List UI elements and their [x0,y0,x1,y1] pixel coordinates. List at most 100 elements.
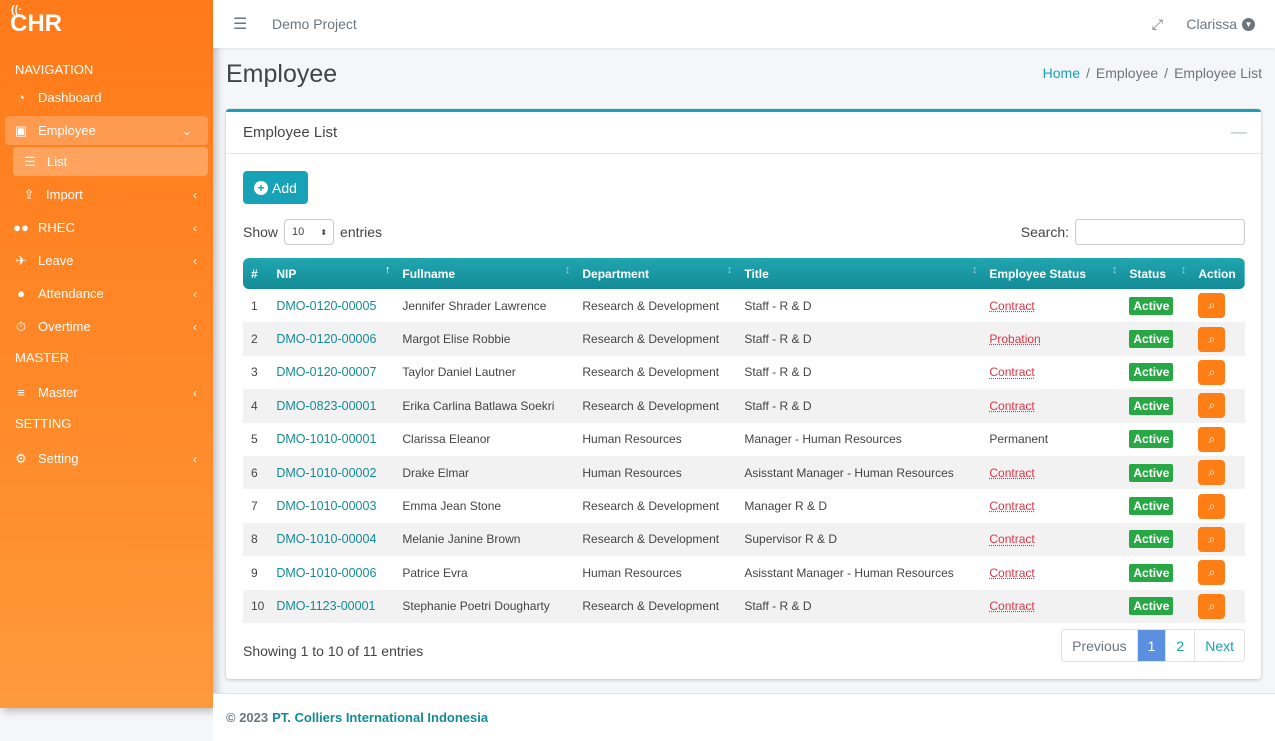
view-button[interactable]: ⌕ [1198,359,1226,385]
col-title[interactable]: Title ↕ [738,258,983,289]
cell-department: Human Resources [582,432,682,447]
cell-department: Human Resources [582,565,682,580]
pagination-next[interactable]: Next [1194,630,1244,661]
entries-label: entries [340,224,383,240]
cell-title: Manager - Human Resources [744,432,902,447]
brand[interactable]: ((· CHR [0,0,213,48]
fullscreen-icon[interactable]: ⤢ [1152,16,1163,33]
search-plus-icon: ⌕ [1208,431,1216,446]
database-icon: ≡ [17,385,25,400]
sidebar-item-label: RHEC [38,220,75,235]
sidebar-item-overtime[interactable]: ⏱ Overtime ‹ [0,310,213,343]
view-button[interactable]: ⌕ [1198,426,1226,452]
sidebar-item-label: Attendance [38,286,104,301]
card-header: Employee List — [226,112,1261,154]
view-button[interactable]: ⌕ [1198,460,1226,486]
col-nip[interactable]: NIP ↑ [270,258,396,289]
chevron-left-icon: ‹ [193,253,197,268]
cell-employee-status: Contract [989,532,1035,547]
sidebar-item-employee[interactable]: ▣ Employee ⌄ [5,116,208,145]
sort-icon: ↕ [1180,264,1187,276]
cell-nip[interactable]: DMO-1010-00003 [270,489,396,522]
col-employee-status[interactable]: Employee Status ↕ [983,258,1123,289]
cell-employee-status: Probation [989,332,1041,347]
cell-fullname: Margot Elise Robbie [402,332,511,347]
cell-nip[interactable]: DMO-0120-00006 [270,322,396,355]
cell-fullname: Taylor Daniel Lautner [402,365,516,380]
cell-fullname: Patrice Evra [402,565,468,580]
cell-nip[interactable]: DMO-1010-00004 [270,523,396,556]
cell-no: 3 [251,365,258,380]
view-button[interactable]: ⌕ [1198,560,1226,586]
status-badge: Active [1129,497,1174,516]
cell-status: Active [1123,423,1192,456]
cell-nip[interactable]: DMO-1123-00001 [270,590,396,623]
add-button[interactable]: + Add [243,171,308,204]
cell-employee-status: Contract [989,465,1035,480]
cell-nip[interactable]: DMO-0823-00001 [270,389,396,422]
pagination-page-2[interactable]: 2 [1165,630,1194,661]
cell-employee-status: Contract [989,599,1035,614]
cell-nip[interactable]: DMO-1010-00006 [270,556,396,589]
table-row: 6 DMO-1010-00002 Drake Elmar Human Resource… [243,455,1245,490]
col-label: Title [744,266,769,281]
status-badge: Active [1129,296,1174,315]
status-badge: Active [1129,530,1174,549]
wifi-icon: ((· [11,4,22,16]
cell-no: 9 [251,565,258,580]
cell-action: ⌕ [1192,389,1245,422]
sidebar-item-list[interactable]: ☰ List [13,147,208,176]
cell-nip[interactable]: DMO-1010-00002 [270,456,396,489]
sidebar-item-master[interactable]: ≡ Master ‹ [0,376,213,409]
dashboard-icon: ◔ [17,90,25,105]
cell-action: ⌕ [1192,322,1245,355]
view-button[interactable]: ⌕ [1198,593,1226,619]
sort-asc-icon: ↑ [384,264,391,276]
sidebar-item-import[interactable]: ⇪ Import ‹ [0,178,213,211]
table-row: 10 DMO-1123-00001 Stephanie Poetri Doughar… [243,589,1245,623]
view-button[interactable]: ⌕ [1198,526,1226,552]
entries-select[interactable]: 10 ⬍ [284,219,335,245]
collapse-icon[interactable]: — [1231,124,1247,142]
status-badge: Active [1129,396,1174,415]
cell-department: Human Resources [582,465,682,480]
col-no[interactable]: # [243,258,270,289]
pagination-page-1[interactable]: 1 [1136,630,1166,661]
pagination-previous[interactable]: Previous [1062,630,1136,661]
col-department[interactable]: Department ↕ [576,258,738,289]
sort-icon: ↕ [1111,264,1118,276]
cell-status: Active [1123,356,1192,389]
list-icon: ☰ [24,153,36,169]
breadcrumb-home[interactable]: Home [1043,65,1080,81]
sort-icon: ↕ [726,264,733,276]
cell-no: 10 [251,599,265,614]
cell-nip[interactable]: DMO-0120-00005 [270,289,396,322]
users-icon: ●● [13,220,29,235]
view-button[interactable]: ⌕ [1198,493,1226,519]
sidebar-item-setting[interactable]: ⚙ Setting ‹ [0,442,213,475]
hamburger-icon[interactable]: ☰ [233,14,247,34]
footer-company[interactable]: PT. Colliers International Indonesia [272,710,488,725]
search-input[interactable] [1075,219,1245,245]
search-plus-icon: ⌕ [1208,398,1216,413]
footer: © 2023 PT. Colliers International Indone… [213,693,1275,741]
view-button[interactable]: ⌕ [1198,293,1226,319]
cell-title: Asisstant Manager - Human Resources [744,465,954,480]
sidebar-item-leave[interactable]: ✈ Leave ‹ [0,244,213,277]
view-button[interactable]: ⌕ [1198,393,1226,419]
col-status[interactable]: Status ↕ [1123,258,1192,289]
user-menu[interactable]: Clarissa ▼ [1186,16,1255,32]
cell-department: Research & Development [582,365,720,380]
sidebar-item-rhec[interactable]: ●● RHEC ‹ [0,211,213,244]
footer-copyright: © 2023 [226,710,269,725]
sidebar-item-attendance[interactable]: ● Attendance ‹ [0,277,213,310]
project-name: Demo Project [272,16,357,32]
col-fullname[interactable]: Fullname ↕ [396,258,576,289]
view-button[interactable]: ⌕ [1198,326,1226,352]
search-label: Search: [1020,224,1069,240]
cell-nip[interactable]: DMO-1010-00001 [270,423,396,456]
sidebar-item-dashboard[interactable]: ◔ Dashboard [0,81,213,114]
cell-nip[interactable]: DMO-0120-00007 [270,356,396,389]
cell-status: Active [1123,489,1192,522]
cell-status: Active [1123,289,1192,322]
